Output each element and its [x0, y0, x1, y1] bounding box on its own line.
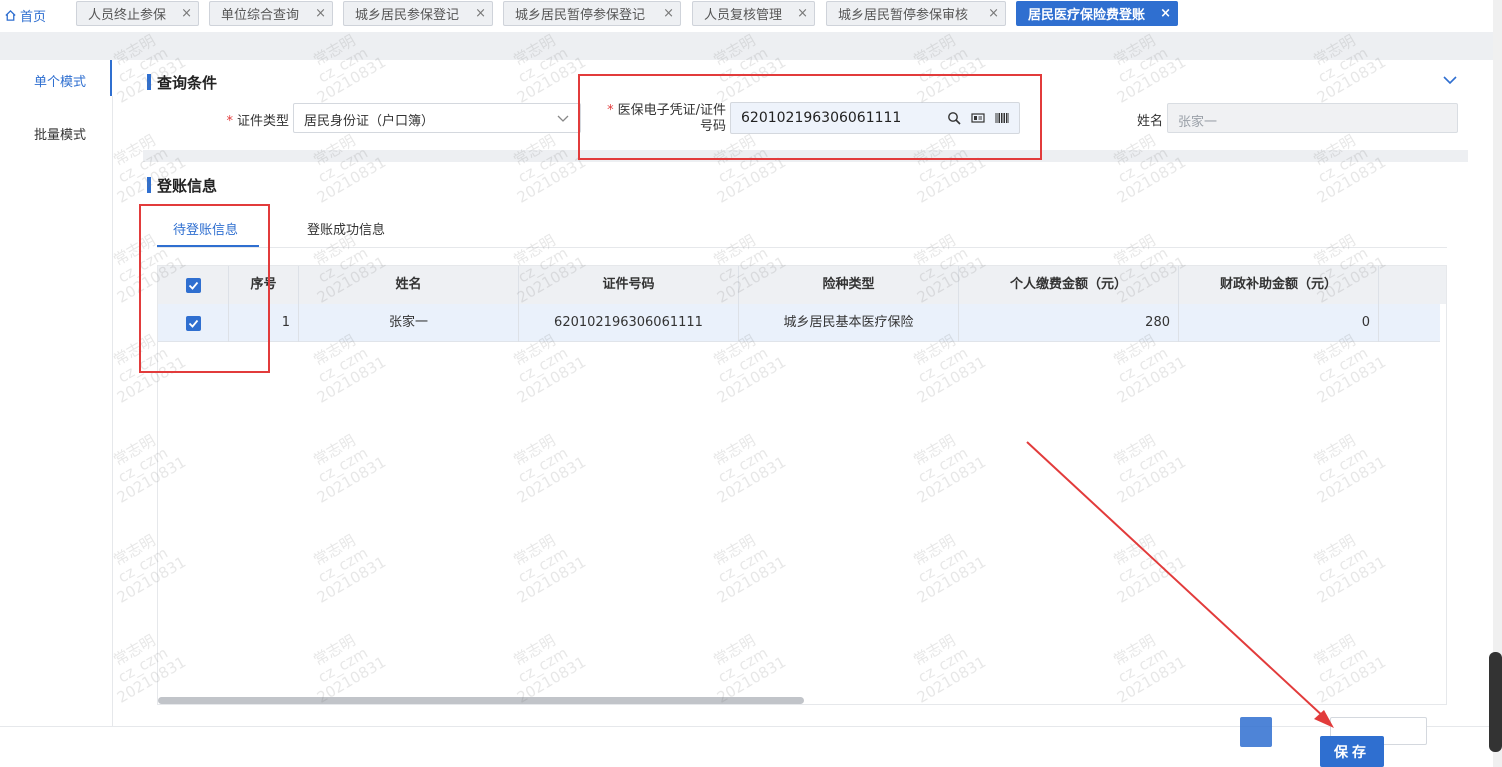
name-input[interactable]: 张家一 — [1167, 103, 1458, 133]
id-card-icon[interactable] — [971, 111, 985, 125]
name-label: 姓名 — [1136, 114, 1163, 129]
cert-type-label: * 证件类型 — [205, 110, 289, 129]
watermark-line: cz_czm — [1114, 143, 1171, 187]
header-personal-amount: 个人缴费金额（元） — [959, 266, 1179, 304]
query-section-title: 查询条件 — [147, 72, 217, 93]
chevron-down-icon[interactable] — [1440, 70, 1460, 90]
select-all-checkbox[interactable] — [186, 278, 201, 293]
cert-type-label-text: 证件类型 — [236, 114, 289, 129]
header-id: 证件号码 — [519, 266, 739, 304]
cell-name: 张家一 — [299, 304, 519, 342]
header-subsidy-amount: 财政补助金额（元） — [1179, 266, 1379, 304]
cell-personal-amount: 280 — [959, 304, 1179, 342]
tab-ledger-success[interactable]: 登账成功信息 — [307, 219, 385, 238]
watermark-line: cz_czm — [1314, 143, 1371, 187]
id-number-label: * 医保电子凭证/证件 号码 — [590, 103, 726, 135]
watermark-line: cz_czm — [514, 143, 571, 187]
watermark-line: cz_czm — [714, 143, 771, 187]
id-label-line2: 号码 — [699, 119, 726, 134]
barcode-icon[interactable] — [995, 111, 1009, 125]
cell-subsidy-amount: 0 — [1179, 304, 1379, 342]
watermark-text: 常志明cz_czm20210831 — [897, 124, 989, 206]
cert-type-value: 居民身份证（户口簿） — [304, 114, 435, 129]
watermark-line: 20210831 — [1113, 52, 1189, 107]
save-button[interactable]: 保存 — [1320, 736, 1384, 767]
table-row[interactable]: 1 张家一 620102196306061111 城乡居民基本医疗保险 280 … — [158, 304, 1440, 342]
mode-divider — [112, 96, 113, 736]
pagination-current-button[interactable] — [1240, 717, 1272, 747]
tab-label: 城乡居民暂停参保审核 — [838, 8, 969, 23]
tab-unit-query[interactable]: 单位综合查询 × — [209, 1, 333, 26]
close-icon[interactable]: × — [181, 6, 192, 21]
table-header: 序号 姓名 证件号码 险种类型 个人缴费金额（元） 财政补助金额（元） — [158, 266, 1446, 304]
checkbox-icon — [188, 319, 199, 328]
watermark-line: cz_czm — [314, 143, 371, 187]
tab-label: 人员复核管理 — [704, 8, 783, 23]
tab-home-label: 首页 — [20, 10, 47, 25]
chevron-down-icon — [557, 115, 569, 122]
mode-active-indicator — [110, 60, 112, 96]
watermark-line: 20210831 — [1313, 52, 1389, 107]
checkbox-icon — [188, 281, 199, 290]
watermark-line: 20210831 — [513, 52, 589, 107]
watermark-text: 常志明cz_czm20210831 — [697, 124, 789, 206]
id-label-line1: 医保电子凭证/证件 — [617, 103, 726, 118]
watermark-line: cz_czm — [914, 143, 971, 187]
tab-person-termination[interactable]: 人员终止参保 × — [76, 1, 199, 26]
tab-resident-medical-fee-ledger[interactable]: 居民医疗保险费登账 × — [1016, 1, 1178, 26]
header-name: 姓名 — [299, 266, 519, 304]
cell-seq: 1 — [229, 304, 299, 342]
watermark-text: 常志明cz_czm20210831 — [1297, 124, 1389, 206]
tab-resident-suspend-registration[interactable]: 城乡居民暂停参保登记 × — [503, 1, 681, 26]
id-number-value: 620102196306061111 — [741, 110, 902, 126]
close-icon[interactable]: × — [1160, 6, 1171, 21]
required-mark: * — [607, 103, 614, 118]
close-icon[interactable]: × — [475, 6, 486, 21]
id-number-input[interactable]: 620102196306061111 — [730, 102, 1020, 134]
close-icon[interactable]: × — [988, 6, 999, 21]
search-icon[interactable] — [947, 111, 961, 125]
tab-person-review[interactable]: 人员复核管理 × — [692, 1, 815, 26]
watermark-line: 20210831 — [913, 52, 989, 107]
cell-id: 620102196306061111 — [519, 304, 739, 342]
horizontal-scrollbar[interactable] — [158, 697, 804, 704]
header-seq: 序号 — [229, 266, 299, 304]
mode-menu — [0, 60, 112, 767]
cell-insurance: 城乡居民基本医疗保险 — [739, 304, 959, 342]
footer-bar — [0, 726, 1502, 767]
row-checkbox[interactable] — [186, 316, 201, 331]
home-icon — [5, 9, 16, 21]
vertical-scrollbar[interactable] — [1489, 652, 1502, 752]
ledger-table: 序号 姓名 证件号码 险种类型 个人缴费金额（元） 财政补助金额（元） 1 张家… — [157, 265, 1447, 705]
tab-resident-suspend-review[interactable]: 城乡居民暂停参保审核 × — [826, 1, 1006, 26]
ledger-section-title: 登账信息 — [147, 175, 217, 196]
close-icon[interactable]: × — [663, 6, 674, 21]
tab-label: 城乡居民参保登记 — [355, 8, 460, 23]
mode-single[interactable]: 单个模式 — [34, 71, 86, 90]
cert-type-select[interactable]: 居民身份证（户口簿） — [293, 103, 581, 133]
tab-pending-ledger[interactable]: 待登账信息 — [173, 219, 238, 238]
header-select-cell — [158, 266, 229, 304]
tab-label: 人员终止参保 — [88, 8, 167, 23]
required-mark: * — [226, 114, 233, 129]
watermark-text: 常志明cz_czm20210831 — [297, 124, 389, 206]
header-insurance: 险种类型 — [739, 266, 959, 304]
tab-bar: 首页 人员终止参保 × 单位综合查询 × 城乡居民参保登记 × 城乡居民暂停参保… — [0, 0, 1502, 32]
watermark-line: 20210831 — [313, 52, 389, 107]
watermark-line: 20210831 — [713, 52, 789, 107]
subtab-divider — [157, 247, 1447, 248]
tab-label: 单位综合查询 — [221, 8, 300, 23]
content-gutter — [0, 32, 1502, 60]
watermark-text: 常志明cz_czm20210831 — [1097, 124, 1189, 206]
close-icon[interactable]: × — [797, 6, 808, 21]
tab-label: 城乡居民暂停参保登记 — [515, 8, 646, 23]
tab-home[interactable]: 首页 — [4, 6, 46, 25]
mode-batch[interactable]: 批量模式 — [34, 124, 86, 143]
tab-resident-registration[interactable]: 城乡居民参保登记 × — [343, 1, 493, 26]
row-select-cell — [158, 304, 229, 342]
section-divider — [143, 150, 1468, 162]
tab-label: 居民医疗保险费登账 — [1028, 8, 1146, 23]
watermark-text: 常志明cz_czm20210831 — [497, 124, 589, 206]
close-icon[interactable]: × — [315, 6, 326, 21]
